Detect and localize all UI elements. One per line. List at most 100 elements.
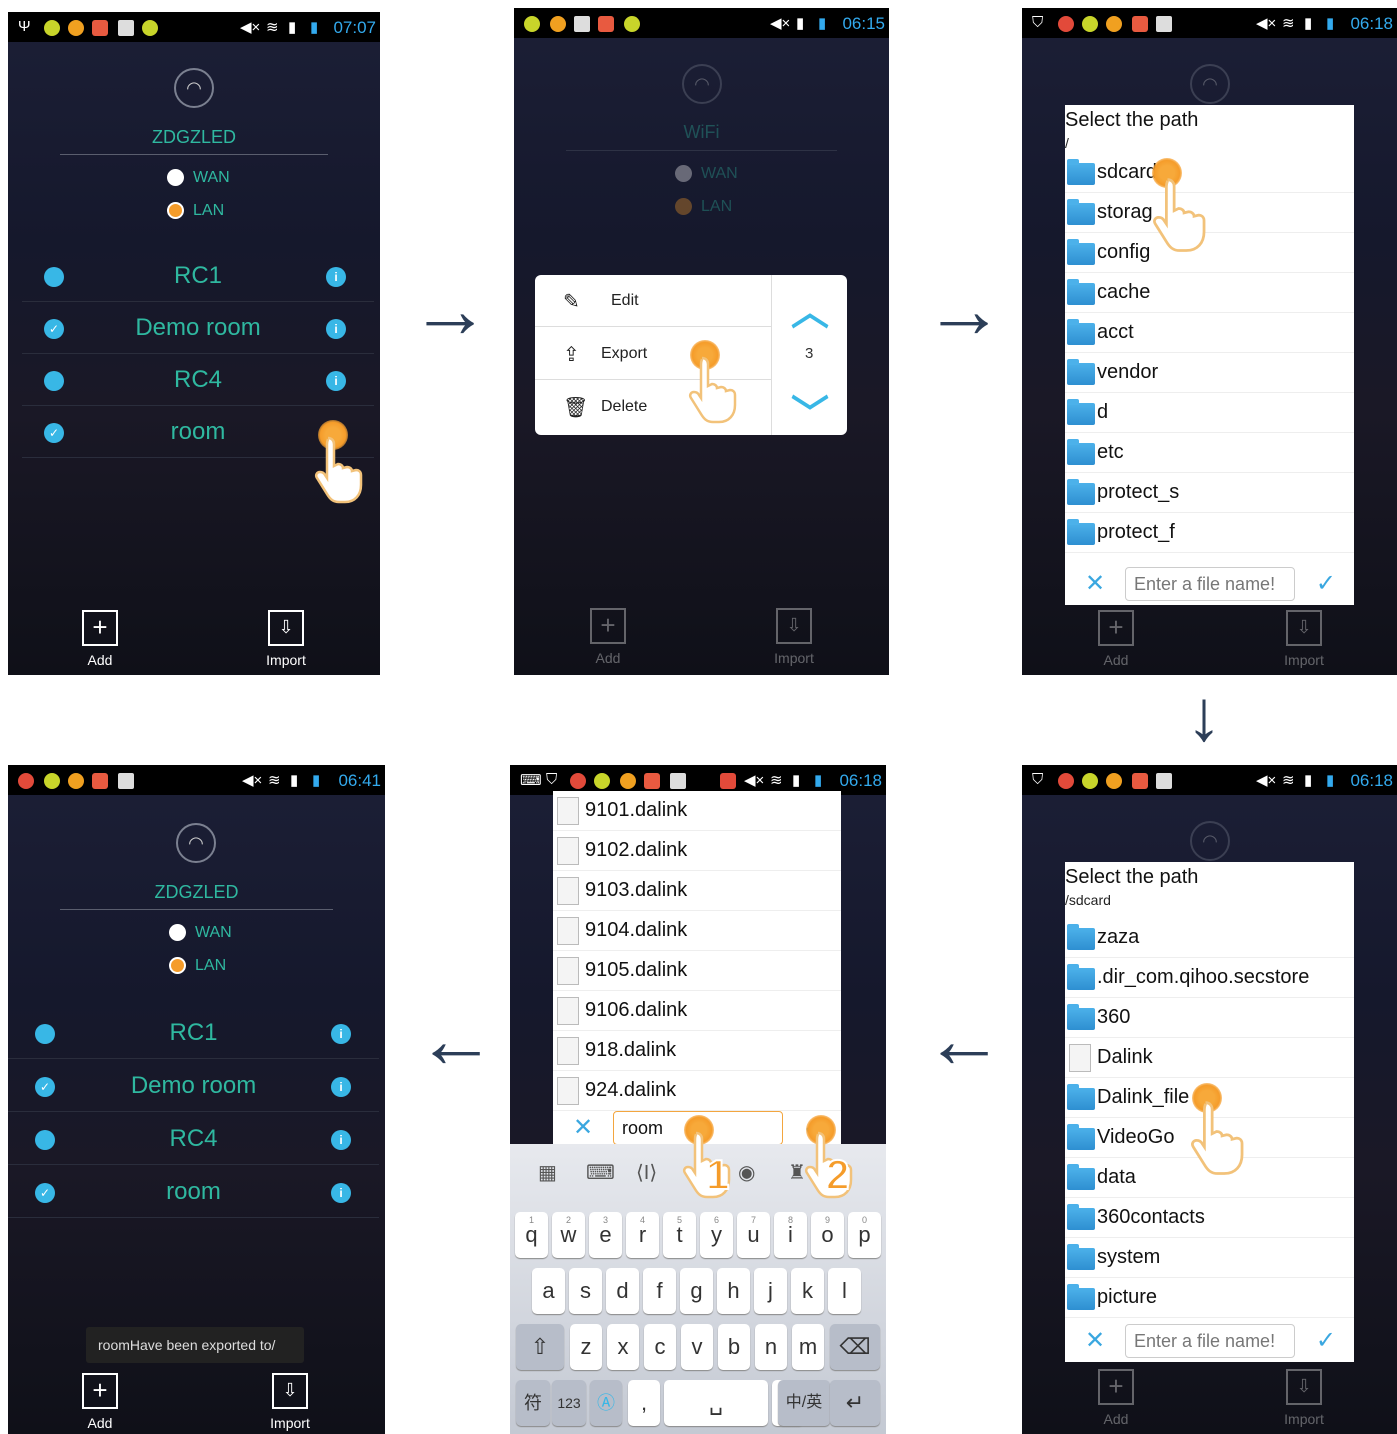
key-l[interactable]: l: [828, 1268, 861, 1314]
folder-item[interactable]: Dalink: [1065, 1038, 1354, 1078]
room-row[interactable]: RC1 i: [22, 250, 374, 302]
folder-item[interactable]: protect_s: [1065, 473, 1354, 513]
info-icon[interactable]: i: [331, 1183, 351, 1203]
keyboard-icon[interactable]: ⌨: [586, 1160, 615, 1185]
key-x[interactable]: x: [607, 1324, 639, 1370]
add-button[interactable]: + Add: [70, 1373, 130, 1431]
enter-key[interactable]: ↵: [830, 1380, 880, 1426]
folder-item[interactable]: d: [1065, 393, 1354, 433]
folder-item[interactable]: .dir_com.qihoo.secstore: [1065, 958, 1354, 998]
key-z[interactable]: z: [570, 1324, 602, 1370]
file-item[interactable]: 9102.dalink: [553, 831, 841, 871]
cursor-icon[interactable]: ⟨I⟩: [636, 1160, 657, 1185]
key-p[interactable]: p0: [848, 1212, 881, 1258]
app-icon: [1132, 16, 1148, 32]
info-icon[interactable]: i: [326, 371, 346, 391]
folder-item[interactable]: zaza: [1065, 918, 1354, 958]
wan-radio[interactable]: [169, 924, 186, 941]
key-q[interactable]: q1: [515, 1212, 548, 1258]
key-b[interactable]: b: [718, 1324, 750, 1370]
close-icon[interactable]: ✕: [573, 1113, 593, 1142]
key-y[interactable]: y6: [700, 1212, 733, 1258]
close-icon[interactable]: ✕: [1085, 1326, 1105, 1355]
key-g[interactable]: g: [680, 1268, 713, 1314]
folder-item[interactable]: acct: [1065, 313, 1354, 353]
file-item[interactable]: 918.dalink: [553, 1031, 841, 1071]
file-item[interactable]: 9103.dalink: [553, 871, 841, 911]
language-key[interactable]: 中/英: [778, 1380, 830, 1426]
key-h[interactable]: h: [717, 1268, 750, 1314]
info-icon[interactable]: i: [331, 1077, 351, 1097]
info-icon[interactable]: i: [326, 267, 346, 287]
folder-item[interactable]: protect_f: [1065, 513, 1354, 553]
battery-icon: ▮: [1326, 15, 1335, 32]
key-e[interactable]: e3: [589, 1212, 622, 1258]
file-item[interactable]: 9105.dalink: [553, 951, 841, 991]
folder-item[interactable]: 360contacts: [1065, 1198, 1354, 1238]
room-row[interactable]: RC1 i: [8, 1007, 379, 1059]
folder-item[interactable]: vendor: [1065, 353, 1354, 393]
backspace-key[interactable]: ⌫: [830, 1324, 880, 1370]
filename-input[interactable]: Enter a file name!: [1125, 567, 1295, 601]
import-button[interactable]: ⇩ Import: [260, 1373, 320, 1431]
lan-radio[interactable]: [167, 202, 184, 219]
menu-item-edit[interactable]: ✎ Edit: [535, 275, 771, 327]
room-row[interactable]: RC4 i: [22, 354, 374, 406]
key-j[interactable]: j: [754, 1268, 787, 1314]
info-icon[interactable]: i: [331, 1130, 351, 1150]
key-i[interactable]: i8: [774, 1212, 807, 1258]
key-f[interactable]: f: [643, 1268, 676, 1314]
import-button[interactable]: ⇩ Import: [256, 610, 316, 668]
key-u[interactable]: u7: [737, 1212, 770, 1258]
key-t[interactable]: t5: [663, 1212, 696, 1258]
shift-key[interactable]: ⇧: [516, 1324, 564, 1370]
key-o[interactable]: o9: [811, 1212, 844, 1258]
wifi-icon[interactable]: ◠: [174, 68, 214, 108]
check-icon[interactable]: ✓: [1316, 569, 1336, 598]
room-row[interactable]: RC4 i: [8, 1113, 379, 1165]
file-item[interactable]: 9106.dalink: [553, 991, 841, 1031]
key-r[interactable]: r4: [626, 1212, 659, 1258]
add-button[interactable]: + Add: [70, 610, 130, 668]
info-icon[interactable]: i: [326, 319, 346, 339]
file-item[interactable]: 9101.dalink: [553, 791, 841, 831]
file-item[interactable]: 9104.dalink: [553, 911, 841, 951]
room-row[interactable]: ✓ room i: [8, 1166, 379, 1218]
export-icon: ⇪: [563, 344, 580, 366]
chevron-down-icon[interactable]: ﹀: [791, 383, 829, 438]
number-key[interactable]: 123: [552, 1380, 586, 1426]
wan-radio[interactable]: [167, 169, 184, 186]
key-k[interactable]: k: [791, 1268, 824, 1314]
import-icon: ⇩: [1286, 610, 1322, 646]
voice-key[interactable]: Ⓐ: [590, 1380, 622, 1426]
symbol-key[interactable]: 符: [516, 1380, 550, 1426]
key-v[interactable]: v: [681, 1324, 713, 1370]
shield-icon: ⛉: [1032, 771, 1044, 788]
key-w[interactable]: w2: [552, 1212, 585, 1258]
key-d[interactable]: d: [606, 1268, 639, 1314]
folder-item[interactable]: etc: [1065, 433, 1354, 473]
key-m[interactable]: m: [792, 1324, 824, 1370]
key-s[interactable]: s: [569, 1268, 602, 1314]
check-icon[interactable]: ✓: [1316, 1326, 1336, 1355]
filename-input[interactable]: Enter a file name!: [1125, 1324, 1295, 1358]
folder-item[interactable]: 360: [1065, 998, 1354, 1038]
comma-key[interactable]: ,: [628, 1380, 660, 1426]
key-n[interactable]: n: [755, 1324, 787, 1370]
wifi-icon[interactable]: ◠: [176, 823, 216, 863]
info-icon[interactable]: i: [331, 1024, 351, 1044]
room-row[interactable]: ✓ Demo room i: [22, 302, 374, 354]
close-icon[interactable]: ✕: [1085, 569, 1105, 598]
folder-item[interactable]: system: [1065, 1238, 1354, 1278]
key-c[interactable]: c: [644, 1324, 676, 1370]
lan-radio[interactable]: [169, 957, 186, 974]
folder-item[interactable]: cache: [1065, 273, 1354, 313]
folder-item[interactable]: picture: [1065, 1278, 1354, 1318]
camera-icon[interactable]: ◉: [738, 1160, 755, 1185]
file-item[interactable]: 924.dalink: [553, 1071, 841, 1111]
menu-grid-icon[interactable]: ▦: [538, 1160, 557, 1185]
space-key[interactable]: ␣: [664, 1380, 768, 1426]
room-row[interactable]: ✓ Demo room i: [8, 1060, 379, 1112]
chevron-up-icon[interactable]: ︿: [791, 281, 829, 336]
key-a[interactable]: a: [532, 1268, 565, 1314]
